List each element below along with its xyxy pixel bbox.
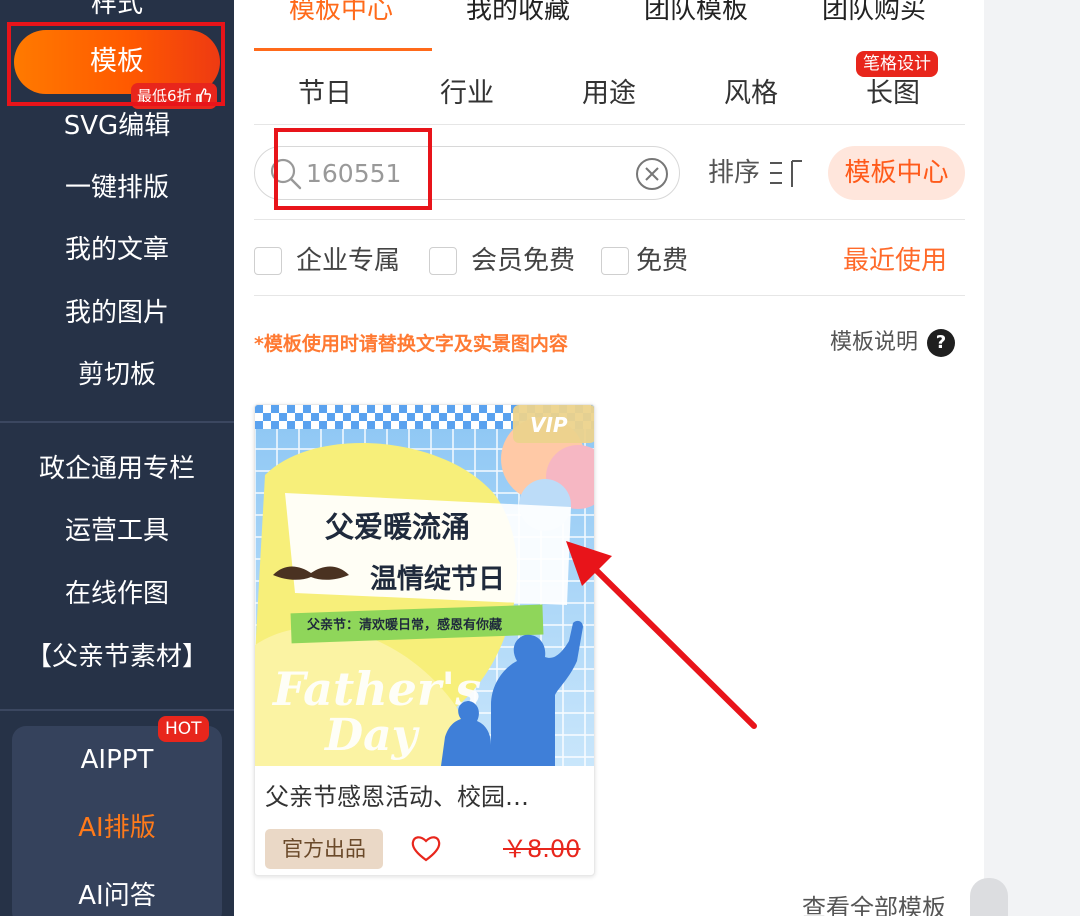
category-industry[interactable]: 行业 — [440, 74, 494, 114]
sidebar-item-gov-column[interactable]: 政企通用专栏 — [0, 449, 234, 489]
recent-used-link[interactable]: 最近使用 — [843, 241, 947, 281]
right-gutter — [984, 0, 1080, 916]
sidebar-item-fathers-day[interactable]: 【父亲节素材】 — [0, 637, 234, 677]
poster-script-line1: Father's — [271, 662, 481, 716]
sidebar-item-aippt[interactable]: AIPPT — [12, 740, 222, 780]
highlight-box-search — [274, 128, 432, 210]
sidebar-item-one-click-layout[interactable]: 一键排版 — [0, 168, 234, 208]
sidebar-item-online-design[interactable]: 在线作图 — [0, 574, 234, 614]
checkbox-enterprise[interactable] — [254, 247, 282, 275]
category-usage[interactable]: 用途 — [582, 74, 636, 114]
sort-icon[interactable] — [768, 157, 802, 189]
poster-title-line1: 父爱暖流涌 — [325, 510, 470, 544]
sidebar-item-my-images[interactable]: 我的图片 — [0, 293, 234, 333]
sidebar-item-ai-layout[interactable]: AI排版 — [12, 808, 222, 848]
vip-badge: VIP — [530, 413, 568, 437]
category-holiday[interactable]: 节日 — [298, 74, 352, 114]
tab-team-templates[interactable]: 团队模板 — [644, 0, 748, 30]
divider — [254, 124, 965, 125]
divider — [254, 295, 965, 296]
ai-panel: AIPPT AI排版 AI问答 — [12, 726, 222, 916]
category-long-image[interactable]: 长图 — [866, 74, 920, 114]
sidebar-item-clipboard[interactable]: 剪切板 — [0, 355, 234, 395]
sidebar-divider — [0, 709, 234, 711]
checkbox-label: 免费 — [636, 246, 689, 276]
poster-title-line2: 温情绽节日 — [370, 563, 505, 595]
tab-my-favorites[interactable]: 我的收藏 — [466, 0, 570, 30]
tab-template-center[interactable]: 模板中心 — [289, 0, 393, 30]
sidebar-item-ops-tools[interactable]: 运营工具 — [0, 511, 234, 551]
poster-subtitle: 父亲节：清欢暖日常，感恩有你藏 — [306, 617, 502, 633]
checkbox-member-free[interactable] — [429, 247, 457, 275]
sidebar-divider — [0, 421, 234, 423]
tab-team-purchase[interactable]: 团队购买 — [822, 0, 926, 30]
divider — [254, 219, 965, 220]
heart-icon[interactable] — [411, 834, 441, 862]
category-badge: 笔格设计 — [856, 51, 938, 77]
category-style[interactable]: 风格 — [724, 74, 778, 114]
template-card[interactable]: 父爱暖流涌 温情绽节日 父亲节：清欢暖日常，感恩有你藏 Father's Day… — [254, 404, 595, 876]
checkbox-label: 企业专属 — [296, 246, 401, 276]
checkbox-free[interactable] — [601, 247, 629, 275]
clear-icon[interactable] — [634, 156, 670, 192]
template-center-button[interactable]: 模板中心 — [828, 146, 965, 200]
view-all-templates-link[interactable]: 查看全部模板 — [802, 888, 946, 916]
template-explain-link[interactable]: 模板说明 — [830, 325, 918, 361]
sidebar-item-svg-edit[interactable]: SVG编辑 — [0, 106, 234, 146]
notice-text: *模板使用时请替换文字及实景图内容 — [254, 333, 568, 355]
poster-script-line2: Day — [323, 710, 421, 761]
official-tag: 官方出品 — [265, 829, 383, 869]
active-tab-indicator — [254, 48, 432, 51]
sidebar-item-my-articles[interactable]: 我的文章 — [0, 230, 234, 270]
sort-button[interactable]: 排序 — [708, 153, 760, 193]
template-title[interactable]: 父亲节感恩活动、校园… — [265, 777, 585, 817]
checkbox-label: 会员免费 — [471, 246, 576, 276]
template-price: ￥8.00 — [503, 835, 581, 863]
template-thumbnail: 父爱暖流涌 温情绽节日 父亲节：清欢暖日常，感恩有你藏 Father's Day… — [255, 405, 594, 766]
sidebar: 样式 模板 最低6折 SVG编辑 一键排版 我的文章 我的图片 剪切板 政企通用… — [0, 0, 234, 916]
highlight-box-template — [7, 22, 225, 106]
sidebar-item-ai-qa[interactable]: AI问答 — [12, 876, 222, 916]
sidebar-item-style[interactable]: 样式 — [0, 0, 234, 24]
help-icon[interactable]: ? — [927, 329, 955, 357]
scroll-handle[interactable] — [970, 878, 1008, 916]
hot-badge: HOT — [158, 716, 209, 742]
